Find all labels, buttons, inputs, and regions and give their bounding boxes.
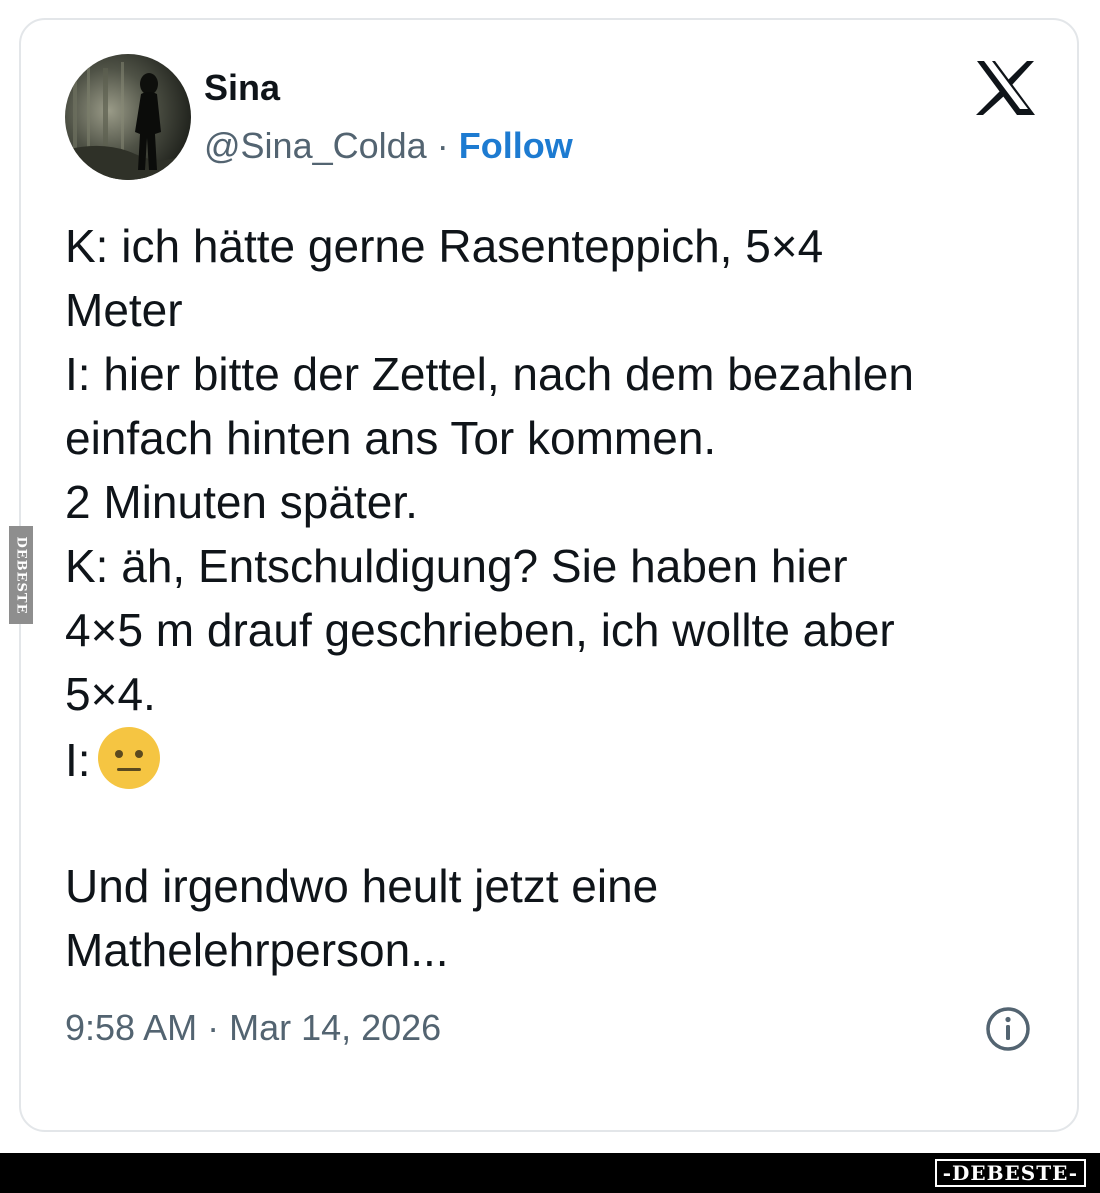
footer-bar: -DEBESTE- [0,1153,1100,1193]
tweet-text: K: ich hätte gerne Rasenteppich, 5×4 Met… [65,214,1055,982]
tweet-text-line: I: hier bitte der Zettel, nach dem bezah… [65,348,914,400]
tweet-text-line: Meter [65,284,183,336]
tweet-text-line-emoji: I: [65,726,1055,790]
author-handle-row: @Sina_Colda · Follow [204,126,573,166]
author-display-name[interactable]: Sina [204,68,280,108]
handle-separator: · [436,125,449,166]
tweet-text-line: Mathelehrperson... [65,924,449,976]
tweet-text-line: K: äh, Entschuldigung? Sie haben hier [65,540,848,592]
tweet-card[interactable]: Sina @Sina_Colda · Follow K: ich hätte g… [19,18,1079,1132]
avatar[interactable] [65,54,191,180]
author-handle[interactable]: @Sina_Colda [204,125,427,166]
tweet-text-line: I: [65,734,91,786]
page: Sina @Sina_Colda · Follow K: ich hätte g… [0,0,1100,1193]
neutral-face-emoji-icon [97,726,161,790]
info-icon[interactable] [985,1006,1031,1052]
tweet-text-line: Und irgendwo heult jetzt eine [65,860,659,912]
tweet-text-line: einfach hinten ans Tor kommen. [65,412,717,464]
tweet-text-line: 4×5 m drauf geschrieben, ich wollte aber [65,604,895,656]
follow-button[interactable]: Follow [459,125,573,166]
tweet-text-line: K: ich hätte gerne Rasenteppich, 5×4 [65,220,824,272]
side-watermark: DEBESTE [9,526,33,624]
tweet-text-line: 2 Minuten später. [65,476,418,528]
side-watermark-text: DEBESTE [13,535,29,615]
footer-watermark: -DEBESTE- [934,1159,1086,1187]
tweet-text-line: 5×4. [65,668,156,720]
tweet-timestamp[interactable]: 9:58 AM · Mar 14, 2026 [65,1006,441,1050]
x-logo-icon[interactable] [975,60,1037,116]
avatar-photo-icon [65,54,191,180]
